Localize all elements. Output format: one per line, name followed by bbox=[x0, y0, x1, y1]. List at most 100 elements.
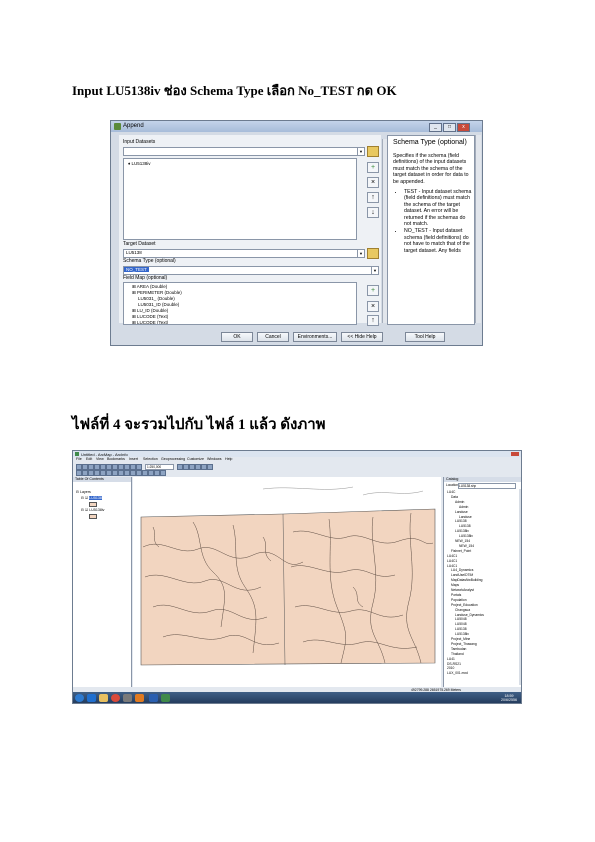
catalog-item[interactable]: DS-RS21 bbox=[447, 662, 461, 666]
close-button[interactable]: x bbox=[457, 123, 470, 132]
catalog-item[interactable]: Project_Thawang bbox=[451, 642, 477, 646]
menu-help[interactable]: Help bbox=[225, 457, 232, 461]
append-dialog: Append _ □ x Input Datasets ▼ ♦ LU5138iv… bbox=[110, 120, 483, 346]
catalog-item[interactable]: NEW_154 bbox=[459, 544, 474, 548]
remove-icon[interactable]: × bbox=[367, 177, 379, 188]
catalog-item[interactable]: Tambudan bbox=[451, 647, 466, 651]
tool-help-button[interactable]: Tool Help bbox=[405, 332, 445, 342]
catalog-item[interactable]: Data bbox=[451, 495, 458, 499]
target-dataset-combo[interactable]: LU5138 ▼ bbox=[123, 249, 365, 258]
menu-insert[interactable]: Insert bbox=[129, 457, 138, 461]
catalog-item[interactable]: LU5048 bbox=[455, 622, 467, 626]
catalog-item[interactable]: Admin bbox=[459, 505, 468, 509]
field-map-list[interactable]: ⊞ AREA (Double) ⊞ PERIMETER (Double) LU5… bbox=[123, 282, 357, 325]
catalog-item[interactable]: MapDatasNwBuilding bbox=[451, 578, 483, 582]
move-up-icon[interactable]: ↑ bbox=[367, 192, 379, 203]
catalog-item[interactable]: LU4C bbox=[447, 490, 455, 494]
add-icon[interactable]: + bbox=[367, 162, 379, 173]
catalog-item[interactable]: LU5138iv bbox=[455, 632, 469, 636]
move-field-up-icon[interactable]: ↑ bbox=[367, 315, 379, 326]
input-datasets-combo[interactable]: ▼ bbox=[123, 147, 365, 156]
menu-selection[interactable]: Selection bbox=[143, 457, 158, 461]
add-field-icon[interactable]: + bbox=[367, 285, 379, 296]
menu-bookmarks[interactable]: Bookmarks bbox=[107, 457, 125, 461]
menu-geoprocessing[interactable]: Geoprocessing bbox=[161, 457, 185, 461]
catalog-item[interactable]: Project_Mine bbox=[451, 637, 470, 641]
catalog-item[interactable]: Changsua bbox=[455, 608, 470, 612]
firefox-icon[interactable] bbox=[135, 694, 144, 702]
help-scrollbar[interactable] bbox=[475, 135, 481, 323]
coordinate-readout: 492799.288 2651975.269 Meters bbox=[411, 687, 461, 692]
media-icon[interactable] bbox=[123, 694, 132, 702]
catalog-item[interactable]: LU5138iv bbox=[459, 534, 473, 538]
delete-field-icon[interactable]: × bbox=[367, 301, 379, 312]
catalog-item[interactable]: NetworkAnalyst bbox=[451, 588, 474, 592]
list-item[interactable]: ♦ LU5138iv bbox=[128, 161, 151, 166]
catalog-item[interactable]: Project_Education bbox=[451, 603, 478, 607]
browse-folder-icon[interactable] bbox=[367, 248, 379, 259]
catalog-item[interactable]: LUX_001.mxd bbox=[447, 671, 468, 675]
explorer-icon[interactable] bbox=[99, 694, 108, 702]
toc-layer-lu5138iv[interactable]: ⊟ ☑ LU5138iv bbox=[81, 508, 104, 512]
parameters-panel: Input Datasets ▼ ♦ LU5138iv + × ↑ ↓ Targ… bbox=[119, 135, 388, 326]
dropdown-arrow-icon[interactable]: ▼ bbox=[357, 250, 364, 257]
catalog-item[interactable]: LU5138 bbox=[455, 519, 467, 523]
field-item[interactable]: LU5031_ (Double) bbox=[138, 296, 175, 301]
cancel-button[interactable]: Cancel bbox=[257, 332, 289, 342]
catalog-item[interactable]: LU5048 bbox=[455, 617, 467, 621]
start-button-icon[interactable] bbox=[75, 694, 84, 702]
ok-button[interactable]: OK bbox=[221, 332, 253, 342]
catalog-item[interactable]: Landuse bbox=[455, 510, 468, 514]
catalog-item[interactable]: Thailand bbox=[451, 652, 464, 656]
catalog-item[interactable]: 2010 bbox=[447, 666, 454, 670]
map-view[interactable] bbox=[133, 477, 441, 687]
maximize-button[interactable]: □ bbox=[443, 123, 456, 132]
menu-file[interactable]: File bbox=[76, 457, 82, 461]
close-icon[interactable] bbox=[511, 452, 519, 456]
schema-type-select[interactable]: NO_TEST ▼ bbox=[123, 266, 379, 275]
menu-windows[interactable]: Windows bbox=[207, 457, 222, 461]
dropdown-arrow-icon[interactable]: ▼ bbox=[357, 148, 364, 155]
hide-help-button[interactable]: << Hide Help bbox=[341, 332, 383, 342]
menu-edit[interactable]: Edit bbox=[86, 457, 92, 461]
catalog-item[interactable]: Population bbox=[451, 598, 467, 602]
catalog-item[interactable]: LU41 bbox=[447, 657, 455, 661]
ie-icon[interactable] bbox=[87, 694, 96, 702]
toc-layer-lu5138[interactable]: ⊟ ☑ LU5138 bbox=[81, 496, 102, 500]
catalog-item[interactable]: LU5138 bbox=[459, 524, 471, 528]
catalog-item[interactable]: LU4_Dynamics bbox=[451, 568, 473, 572]
catalog-item[interactable]: LU5138 bbox=[455, 627, 467, 631]
catalog-scrollbar[interactable] bbox=[519, 489, 521, 685]
catalog-item[interactable]: Fishnet_Point bbox=[451, 549, 471, 553]
system-clock: 18:59 20/6/2556 bbox=[501, 694, 517, 702]
catalog-item[interactable]: LU5138iv bbox=[455, 529, 469, 533]
word-icon[interactable] bbox=[149, 694, 158, 702]
catalog-item[interactable]: Landuse bbox=[459, 515, 472, 519]
environments-button[interactable]: Environments... bbox=[293, 332, 337, 342]
step-two-heading: ไฟล์ที่ 4 จะรวมไปกับ ไฟล์ 1 แล้ว ดังภาพ bbox=[72, 417, 326, 433]
arcmap-taskbar-icon[interactable] bbox=[161, 694, 170, 702]
hyperlink-icon[interactable] bbox=[160, 470, 166, 476]
move-down-icon[interactable]: ↓ bbox=[367, 207, 379, 218]
arcmap-logo-icon bbox=[75, 452, 79, 456]
toc-layers[interactable]: ⊟ Layers bbox=[76, 490, 91, 494]
browse-folder-icon[interactable] bbox=[367, 146, 379, 157]
catalog-item[interactable]: LU4C1 bbox=[447, 559, 457, 563]
catalog-item[interactable]: LU4C1 bbox=[447, 554, 457, 558]
catalog-item[interactable]: Maps bbox=[451, 583, 459, 587]
menu-view[interactable]: View bbox=[96, 457, 104, 461]
catalog-item[interactable]: Admin bbox=[455, 500, 464, 504]
catalog-location-field[interactable]: LU5138.shp bbox=[458, 483, 516, 489]
catalog-item[interactable]: Landuse_Dynamics bbox=[455, 613, 484, 617]
chrome-icon[interactable] bbox=[111, 694, 120, 702]
catalog-item[interactable]: LU4C1 bbox=[447, 564, 457, 568]
menu-customize[interactable]: Customize bbox=[187, 457, 204, 461]
catalog-item[interactable]: NEW_154 bbox=[455, 539, 470, 543]
input-datasets-list[interactable]: ♦ LU5138iv bbox=[123, 158, 357, 240]
field-item[interactable]: ⊞ LUCODE (Text) bbox=[132, 320, 168, 324]
catalog-item[interactable]: LandUseIDTIM bbox=[451, 573, 473, 577]
field-item[interactable]: LU5031_ID (Double) bbox=[138, 302, 179, 307]
minimize-button[interactable]: _ bbox=[429, 123, 442, 132]
catalog-item[interactable]: Portals bbox=[451, 593, 461, 597]
dropdown-arrow-icon[interactable]: ▼ bbox=[371, 267, 378, 274]
